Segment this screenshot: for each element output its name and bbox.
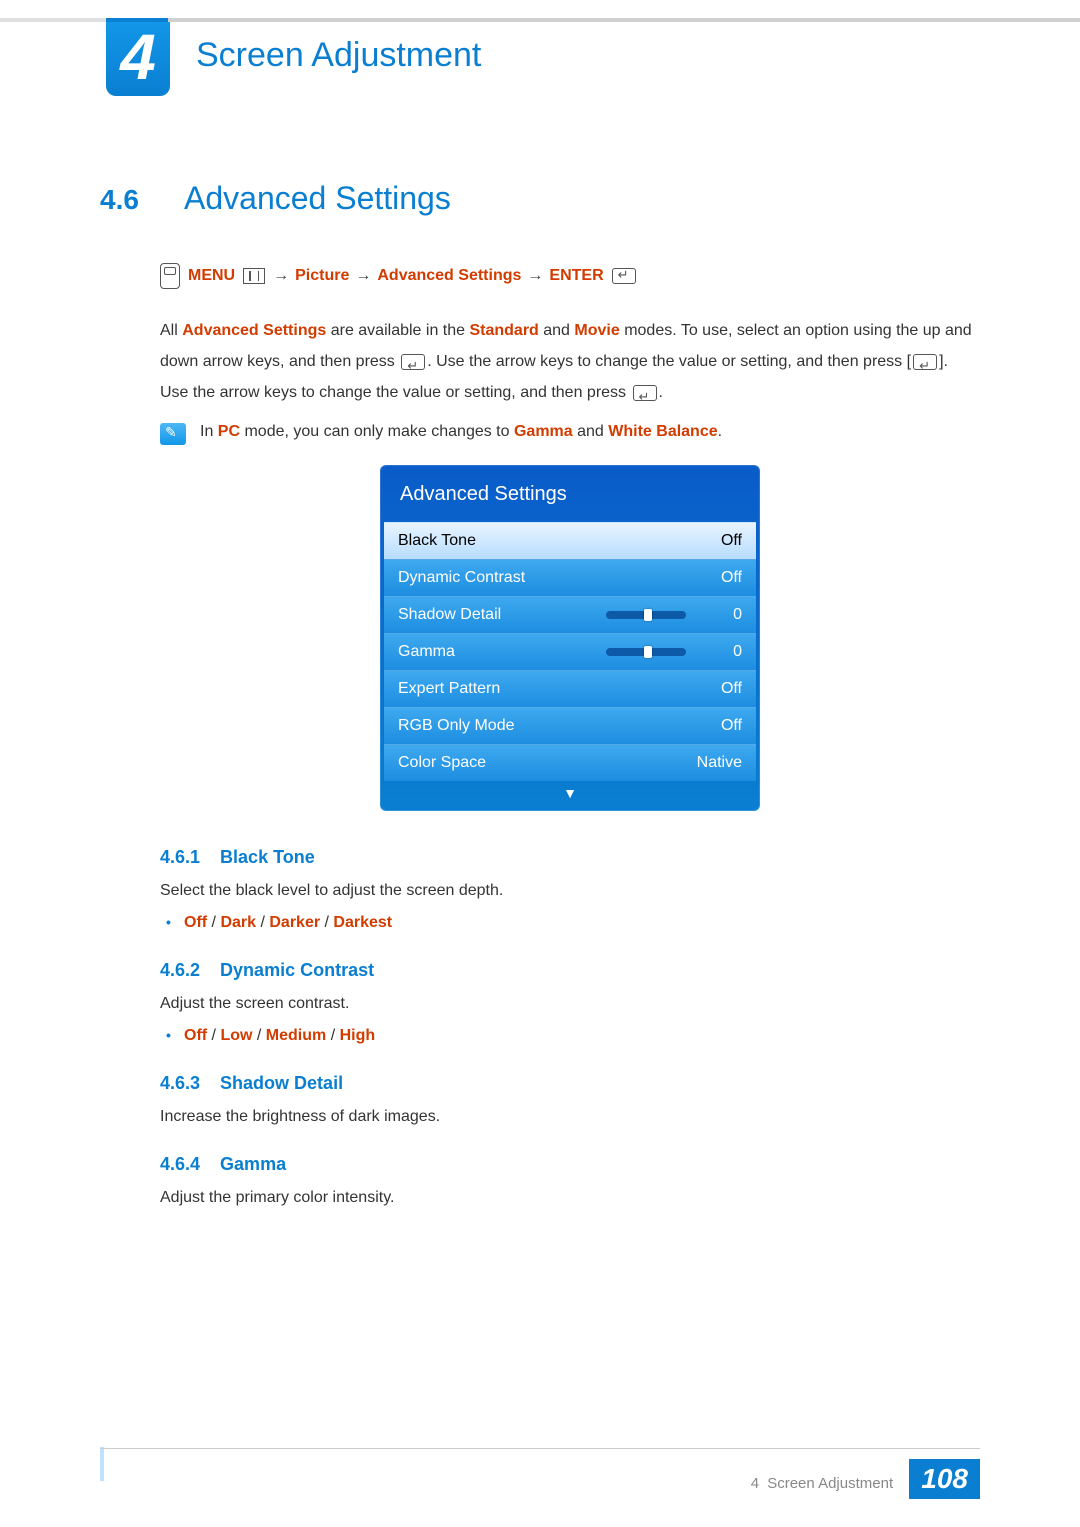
chapter-title: Screen Adjustment [196,36,481,75]
osd-item[interactable]: Gamma 0 [384,633,756,670]
enter-icon [913,354,937,370]
subsection-title: Gamma [220,1154,286,1175]
osd-slider[interactable] [606,648,686,656]
section-heading: 4.6 Advanced Settings [100,180,980,217]
intro-paragraph: All Advanced Settings are available in t… [160,315,980,409]
subsection-number: 4.6.1 [160,847,200,868]
footer-chapter-title: Screen Adjustment [767,1475,893,1492]
menu-label: MENU [188,267,235,285]
chapter-number-badge: 4 [106,22,170,96]
page-number: 108 [909,1459,980,1499]
osd-item-label: Color Space [398,754,486,772]
osd-item-value: Native [696,754,742,772]
enter-icon [612,268,636,284]
osd-item-label: Expert Pattern [398,680,500,698]
option-list: Off / Dark / Darker / Darkest [184,914,980,932]
subsection-body: Select the black level to adjust the scr… [160,882,980,900]
footer-chapter-number: 4 [751,1475,759,1492]
osd-item-label: Dynamic Contrast [398,569,525,587]
subsection-body: Increase the brightness of dark images. [160,1108,980,1126]
note-icon [160,423,186,445]
subsection-black-tone: 4.6.1 Black Tone Select the black level … [160,847,980,932]
section-number: 4.6 [100,184,160,216]
menu-icon [243,268,265,284]
subsection-body: Adjust the screen contrast. [160,995,980,1013]
subsection-number: 4.6.2 [160,960,200,981]
osd-item-value: Off [696,532,742,550]
osd-item[interactable]: Color Space Native [384,744,756,781]
section-title: Advanced Settings [184,180,451,217]
osd-item-label: Black Tone [398,532,476,550]
enter-icon [633,385,657,401]
osd-item[interactable]: Black Tone Off [384,522,756,559]
subsection-gamma: 4.6.4 Gamma Adjust the primary color int… [160,1154,980,1207]
osd-item[interactable]: Dynamic Contrast Off [384,559,756,596]
osd-item-value: 0 [696,643,742,661]
subsection-dynamic-contrast: 4.6.2 Dynamic Contrast Adjust the screen… [160,960,980,1045]
option-list: Off / Low / Medium / High [184,1027,980,1045]
osd-item-value: Off [696,717,742,735]
enter-icon [401,354,425,370]
enter-label: ENTER [549,267,603,285]
osd-slider[interactable] [606,611,686,619]
osd-panel: Advanced Settings Black ToneOffDynamic C… [380,465,760,811]
advanced-label: Advanced Settings [377,267,521,285]
picture-label: Picture [295,267,349,285]
page-footer: 4 Screen Adjustment 108 [100,1448,980,1499]
osd-item[interactable]: RGB Only Mode Off [384,707,756,744]
menu-path: MENU → Picture → Advanced Settings → ENT… [160,263,980,289]
note: In PC mode, you can only make changes to… [160,423,980,445]
subsection-number: 4.6.3 [160,1073,200,1094]
subsection-shadow-detail: 4.6.3 Shadow Detail Increase the brightn… [160,1073,980,1126]
subsection-number: 4.6.4 [160,1154,200,1175]
subsection-title: Black Tone [220,847,315,868]
osd-item-label: RGB Only Mode [398,717,514,735]
osd-title: Advanced Settings [384,469,756,522]
osd-item-value: Off [696,680,742,698]
subsection-title: Shadow Detail [220,1073,343,1094]
osd-item-label: Shadow Detail [398,606,501,624]
osd-item[interactable]: Expert Pattern Off [384,670,756,707]
osd-item[interactable]: Shadow Detail 0 [384,596,756,633]
osd-more-indicator: ▼ [384,781,756,801]
subsection-body: Adjust the primary color intensity. [160,1189,980,1207]
osd-item-label: Gamma [398,643,455,661]
remote-icon [160,263,180,289]
subsection-title: Dynamic Contrast [220,960,374,981]
osd-item-value: Off [696,569,742,587]
osd-item-value: 0 [696,606,742,624]
